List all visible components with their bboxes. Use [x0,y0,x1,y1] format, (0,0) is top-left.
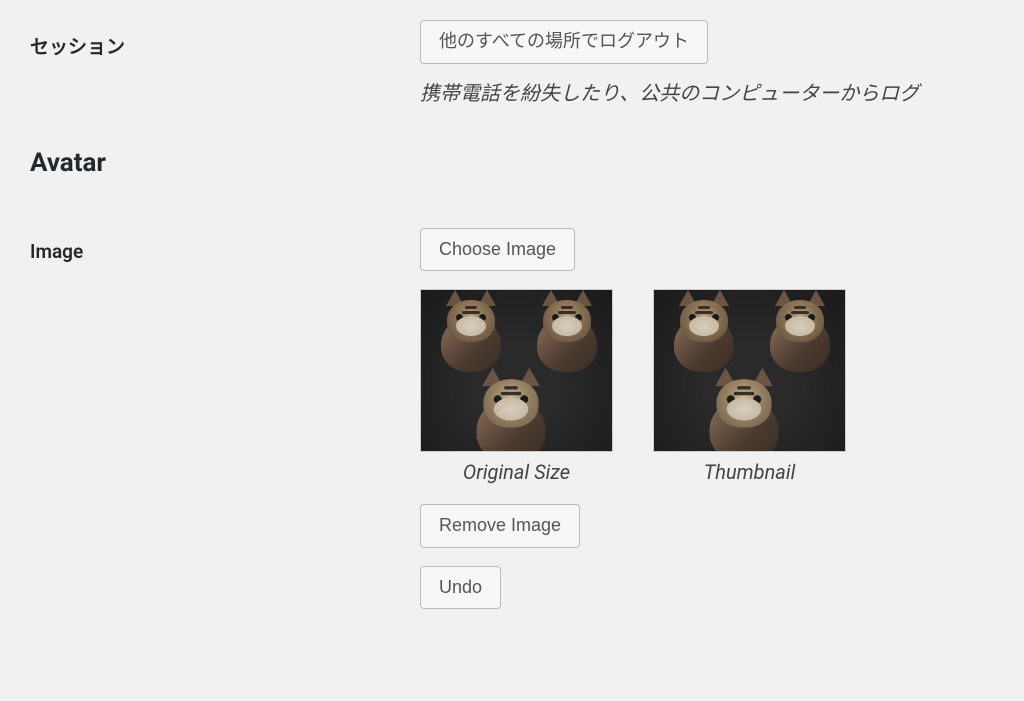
image-previews: Original Size [420,289,1024,484]
thumbnail-image-item: Thumbnail [653,289,846,484]
logout-everywhere-button[interactable]: 他のすべての場所でログアウト [420,20,708,64]
original-caption: Original Size [420,460,613,484]
thumbnail-image-preview [653,289,846,452]
avatar-heading: Avatar [30,148,1024,178]
session-label: セッション [30,20,420,59]
image-action-buttons: Remove Image Undo [420,504,1024,617]
undo-button[interactable]: Undo [420,566,501,610]
remove-image-button[interactable]: Remove Image [420,504,580,548]
session-content: 他のすべての場所でログアウト 携帯電話を紛失したり、公共のコンピューターからログ [420,20,1024,108]
session-row: セッション 他のすべての場所でログアウト 携帯電話を紛失したり、公共のコンピュー… [30,20,1024,108]
thumbnail-caption: Thumbnail [653,460,846,484]
image-row: Image Choose Image [30,228,1024,618]
session-description: 携帯電話を紛失したり、公共のコンピューターからログ [420,78,1024,108]
image-content: Choose Image [420,228,1024,618]
original-image-preview [420,289,613,452]
choose-image-button[interactable]: Choose Image [420,228,575,272]
original-image-item: Original Size [420,289,613,484]
image-label: Image [30,228,420,263]
